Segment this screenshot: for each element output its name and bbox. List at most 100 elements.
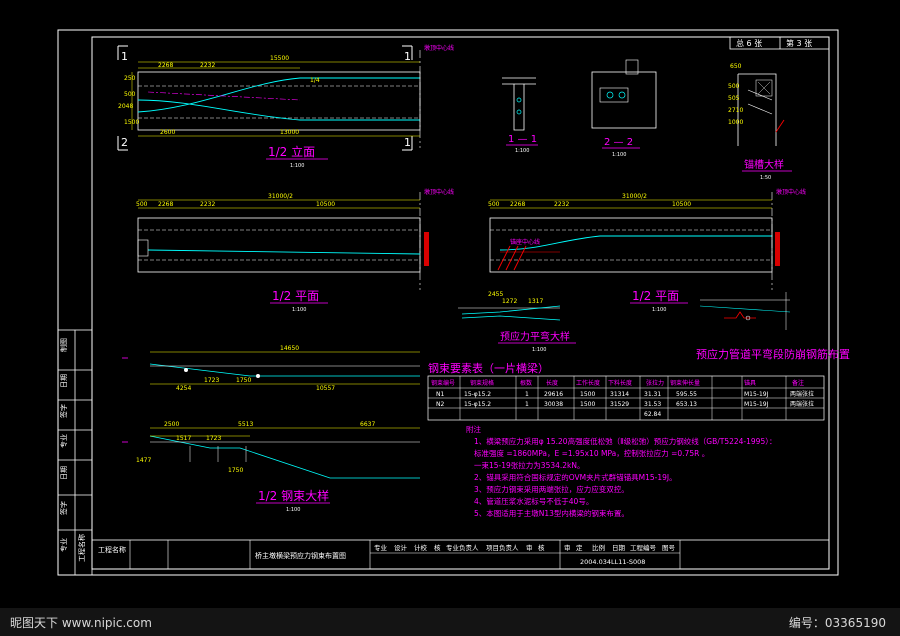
table-cell: 31314	[610, 391, 629, 398]
role-label: 设计	[394, 543, 408, 552]
table-cell: N1	[436, 391, 444, 398]
dim: 500	[124, 91, 136, 98]
dim: 10500	[316, 201, 335, 208]
table-cell: 1	[525, 401, 529, 408]
dim: 2455	[488, 291, 503, 298]
drawing-no-label: 图号	[662, 544, 676, 552]
table-cell: M15-19J	[744, 401, 769, 408]
title-block: 工程名称 桥主墩横梁预应力钢束布置图 专业 设计 计校 核 专业负责人 项目负责…	[91, 539, 830, 570]
table-cell: 31.53	[644, 401, 661, 408]
section-mark-right-bottom: 1	[404, 136, 411, 149]
dim: 6637	[360, 421, 375, 428]
note-line: 4、管道压浆水泥标号不低于40号。	[474, 496, 593, 506]
table-cell: 30038	[544, 401, 563, 408]
table-cell: 29616	[544, 391, 563, 398]
watermark-right: 编号：03365190	[788, 616, 886, 630]
plan-left-scale: 1:100	[292, 307, 306, 313]
ratio-label: 比例	[592, 543, 605, 552]
elevation-scale: 1:100	[290, 163, 304, 169]
role-label: 专业	[374, 543, 388, 552]
anchor-center-note: 锚座中心线	[510, 238, 540, 246]
dim: 2268	[158, 201, 173, 208]
role-label: 核	[434, 543, 441, 552]
dim: 1750	[236, 377, 251, 384]
strip-label: 制图	[59, 338, 68, 352]
table-cell: 1500	[580, 401, 595, 408]
project-name-label: 工程名称	[98, 545, 126, 554]
table-total: 62.84	[644, 411, 661, 418]
dim: 500	[136, 201, 148, 208]
table-header: 钢束规格	[470, 379, 494, 387]
table-header: 工作长度	[576, 379, 600, 387]
strip-label: 签字	[59, 501, 68, 515]
table-header: 长度	[546, 379, 558, 387]
watermark-left: 昵图天下 www.nipic.com	[10, 616, 152, 630]
outer-frame	[57, 29, 839, 576]
table-cell: 653.13	[676, 401, 697, 408]
plan-view-left: 墩顶中心线 500 2268 2232 31000/2 10500 1/2 平面…	[136, 188, 454, 313]
project-no-label: 工程编号	[630, 543, 657, 552]
table-cell: 595.55	[676, 391, 697, 398]
role-label: 审	[526, 543, 533, 552]
pier-center-label: 墩顶中心线	[424, 188, 454, 196]
section-1-title: 1 — 1	[508, 134, 537, 145]
dim: 5513	[238, 421, 253, 428]
dim: 505	[728, 95, 740, 102]
dim: 13000	[280, 129, 299, 136]
elevation-view: 1 2 1 1 墩顶中心线 2268 2232 15500 1/4 2600 1…	[117, 44, 454, 169]
dim: 650	[730, 63, 742, 70]
dim: 1272	[502, 298, 517, 305]
plan-right-scale: 1:100	[652, 307, 666, 313]
table-header: 钢束编号	[431, 379, 455, 387]
sheet-total: 总 6 张	[736, 38, 762, 48]
anchor-scale: 1:50	[760, 175, 771, 181]
tendon-n1	[137, 77, 420, 113]
dim: 31000/2	[268, 193, 293, 200]
section-1-scale: 1:100	[515, 148, 529, 154]
section-mark-right-top: 1	[404, 50, 411, 63]
dim: 15500	[270, 55, 289, 62]
section-mark-left-bottom: 2	[121, 136, 128, 149]
tendon-n2	[137, 99, 420, 121]
tendon-detail-title: 1/2 钢束大样	[258, 488, 329, 503]
duct-rebar-detail: 预应力管道平弯段防崩钢筋布置	[696, 292, 850, 361]
plan-left-title: 1/2 平面	[272, 289, 319, 303]
dim: 1317	[528, 298, 543, 305]
date-label: 日期	[612, 544, 626, 552]
strip-label: 签字	[59, 404, 68, 418]
flat-bend-title: 预应力平弯大样	[500, 330, 570, 343]
strip-label: 日期	[60, 466, 68, 480]
table-cell: 31529	[610, 401, 629, 408]
dim: 500	[728, 83, 740, 90]
note-line: 1、横梁预应力采用φ 15.20高强度低松弛（Ⅱ级松弛）预应力钢绞线（GB/T5…	[474, 436, 776, 446]
drawing-number: 2004.034LL11-S008	[580, 558, 645, 566]
section-2-2: 2 — 2 1:100	[591, 59, 657, 158]
dim: 250	[124, 75, 136, 82]
dim: 2710	[728, 107, 743, 114]
tendon-table: 钢束要素表（一片横梁） 钢束编号 钢束规格 根数 长度 工作长度 下料长度 张拉…	[427, 361, 825, 421]
dim: 10500	[672, 201, 691, 208]
role-label: 定	[576, 543, 583, 552]
dim: 4254	[176, 385, 191, 392]
role-label: 项目负责人	[486, 543, 519, 552]
dim: 2268	[510, 201, 525, 208]
strip-label: 日期	[60, 374, 68, 388]
plan-right-title: 1/2 平面	[632, 289, 679, 303]
flat-bend-detail: 2455 1272 1317 预应力平弯大样 1:100	[458, 291, 576, 353]
table-header: 备注	[792, 379, 804, 387]
elevation-title: 1/2 立面	[268, 144, 315, 159]
dim: 1723	[206, 435, 221, 442]
table-title: 钢束要素表（一片横梁）	[428, 361, 549, 375]
dim: 1500	[124, 119, 139, 126]
table-header: 锚具	[744, 379, 756, 387]
left-strip-labels: 制图 日期 签字 专业 日期 签字 专业 工程名称	[59, 338, 86, 562]
anchor-detail: 650 500 505 2710 1000 锚槽大样 1:50	[728, 63, 792, 181]
inner-frame	[91, 36, 830, 570]
table-header: 根数	[520, 379, 532, 387]
note-line: 标准强度 =1860MPa，E =1.95x10 MPa，控制张拉应力 =0.7…	[474, 448, 709, 458]
table-cell: M15-19J	[744, 391, 769, 398]
dim: 2268	[158, 62, 173, 69]
dim: 1/4	[310, 77, 320, 84]
dim: 1477	[136, 457, 151, 464]
section-2-title: 2 — 2	[604, 137, 633, 148]
